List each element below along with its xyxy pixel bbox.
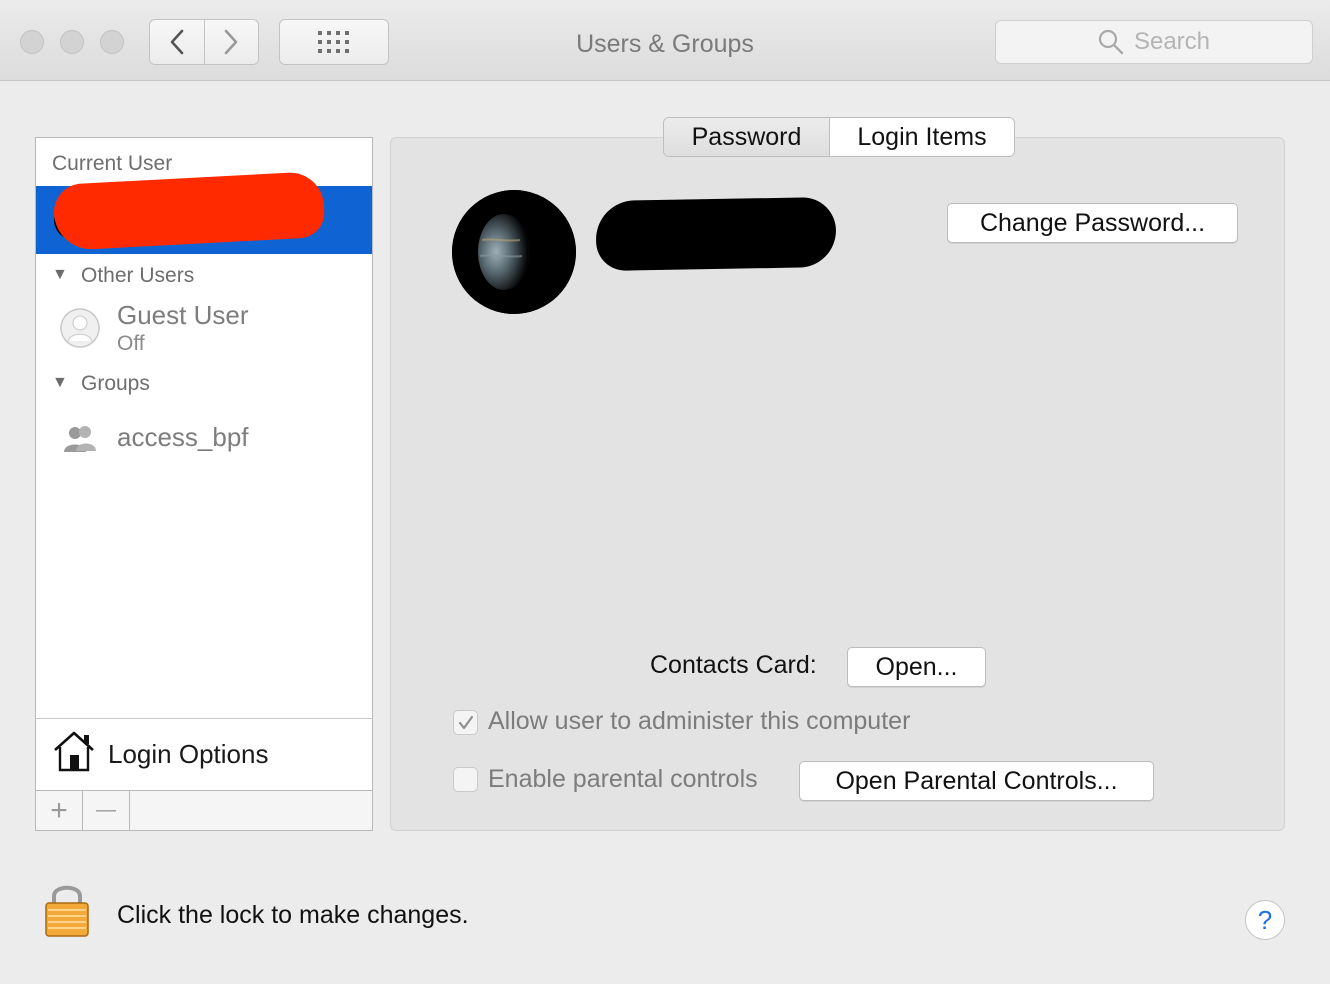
current-user-heading: Current User <box>52 152 173 175</box>
login-options-label: Login Options <box>108 739 269 769</box>
open-parental-controls-button[interactable]: Open Parental Controls... <box>799 761 1154 801</box>
contacts-card-label: Contacts Card: <box>650 651 817 679</box>
tab-bar: Password Login Items <box>663 117 1015 157</box>
groups-heading: Groups <box>81 372 150 395</box>
guest-user-name: Guest User <box>117 300 249 330</box>
house-icon <box>54 731 94 772</box>
checkmark-icon <box>458 715 473 729</box>
add-user-button[interactable]: + <box>36 791 83 830</box>
padlock-icon[interactable] <box>44 880 90 938</box>
tab-login-items[interactable]: Login Items <box>830 118 1014 156</box>
redaction-mark-black <box>595 196 837 272</box>
add-remove-bar: + — <box>35 790 373 831</box>
remove-user-button[interactable]: — <box>83 791 130 830</box>
users-sidebar: Current User ▼ Other Users Guest User Of… <box>35 137 373 719</box>
other-users-disclosure-icon[interactable]: ▼ <box>52 266 68 284</box>
guest-user-row[interactable]: Guest User Off <box>36 296 372 360</box>
guest-user-avatar-icon <box>60 308 100 348</box>
search-placeholder: Search <box>1133 28 1211 55</box>
search-icon <box>1098 29 1124 55</box>
parental-controls-checkbox[interactable] <box>453 767 478 792</box>
open-contacts-card-button[interactable]: Open... <box>847 647 986 687</box>
allow-admin-checkbox[interactable] <box>453 710 478 735</box>
tab-password[interactable]: Password <box>664 118 830 156</box>
redaction-mark-red <box>52 170 326 252</box>
group-row[interactable]: access_bpf <box>36 414 372 466</box>
other-users-heading: Other Users <box>81 264 195 287</box>
allow-admin-label: Allow user to administer this computer <box>488 707 911 735</box>
guest-user-status: Off <box>117 332 145 355</box>
user-avatar-image[interactable] <box>452 190 576 314</box>
parental-controls-label: Enable parental controls <box>488 765 758 793</box>
help-button[interactable]: ? <box>1245 900 1285 940</box>
system-preferences-window: Users & Groups Search Current User ▼ Oth… <box>0 0 1330 984</box>
groups-disclosure-icon[interactable]: ▼ <box>52 374 68 392</box>
change-password-button[interactable]: Change Password... <box>947 203 1238 243</box>
lock-message: Click the lock to make changes. <box>117 901 469 929</box>
title-bar: Users & Groups Search <box>0 0 1330 81</box>
group-icon <box>64 426 96 452</box>
search-field[interactable]: Search <box>995 20 1313 64</box>
group-name: access_bpf <box>117 422 249 452</box>
login-options-row[interactable]: Login Options <box>35 718 373 791</box>
planet-picture-icon <box>452 190 576 314</box>
